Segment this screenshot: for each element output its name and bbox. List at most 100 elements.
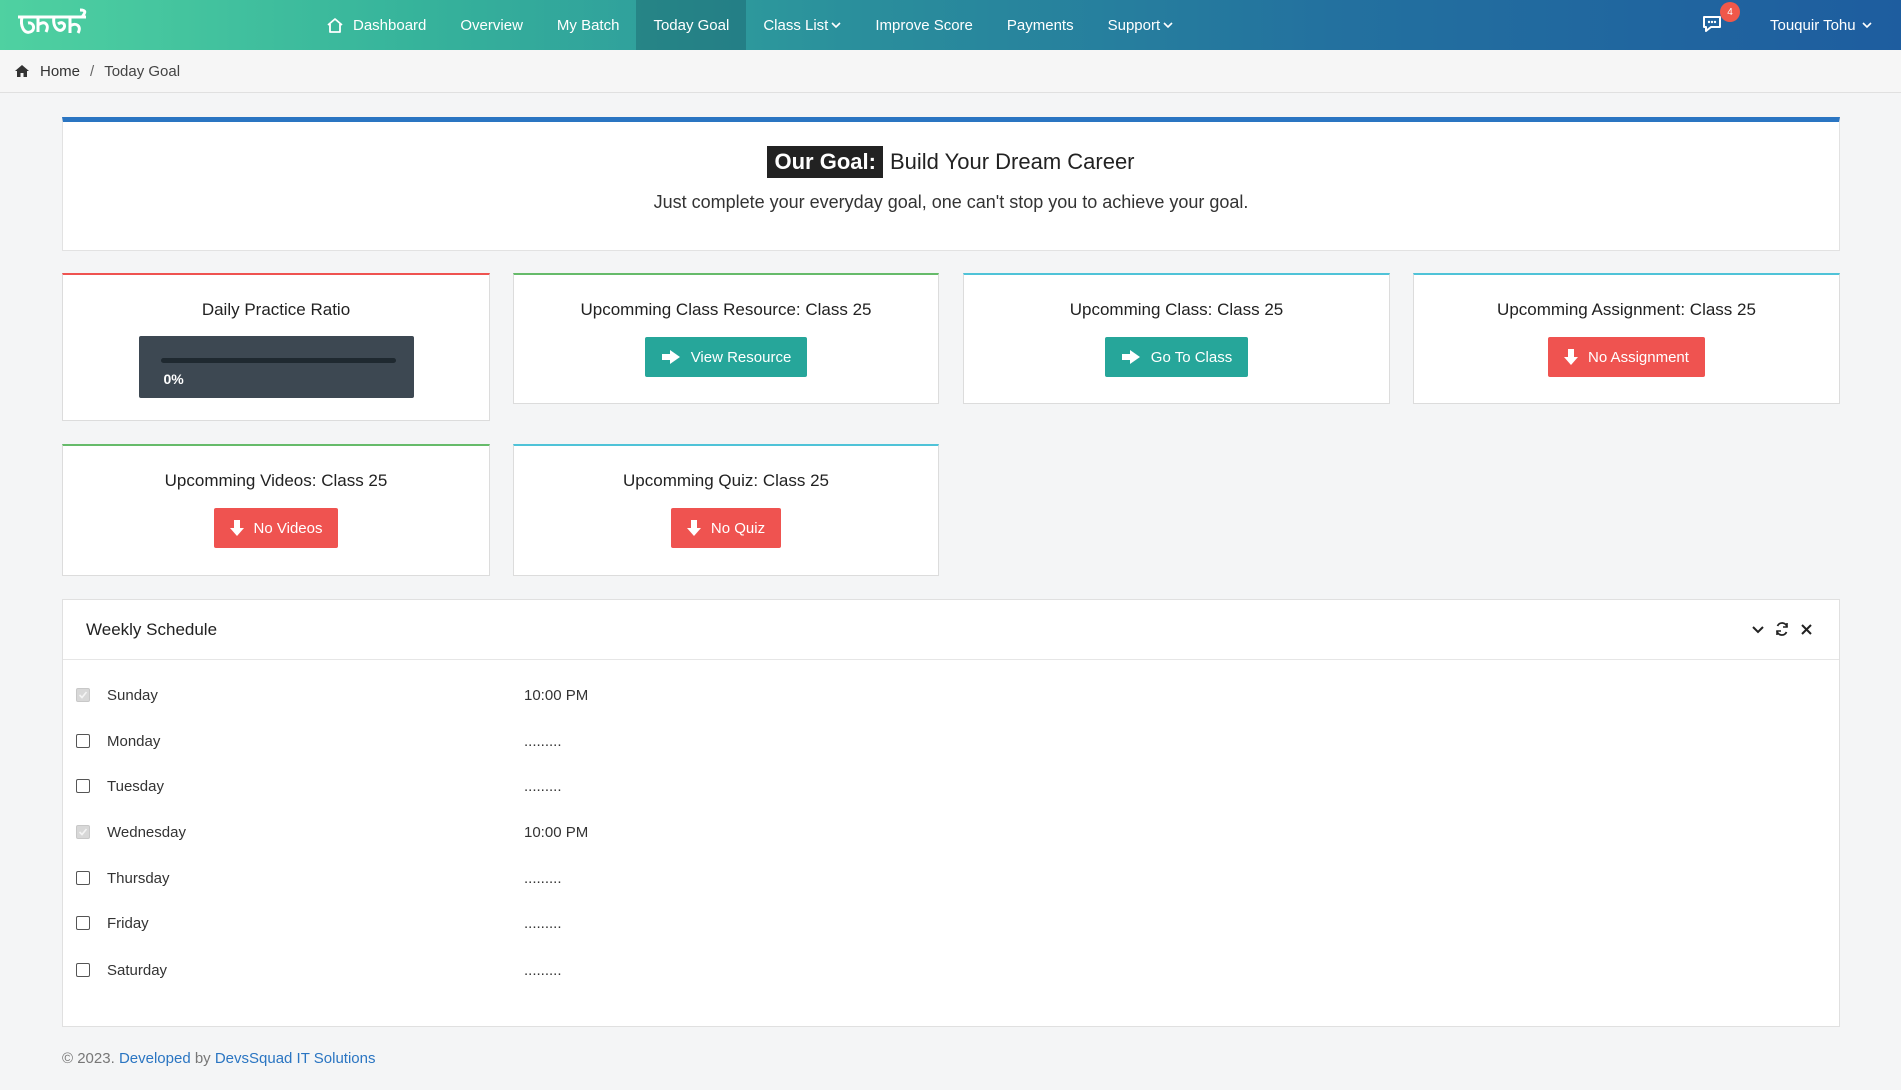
panel-tools: [1749, 620, 1815, 638]
day-name: Saturday: [107, 961, 168, 979]
user-name: Touquir Tohu: [1770, 16, 1856, 34]
nav-improve-score-label: Improve Score: [875, 16, 973, 34]
nav-overview-label: Overview: [460, 16, 523, 34]
day-time: .........: [524, 777, 562, 795]
goal-heading: Our Goal: Build Your Dream Career: [63, 146, 1839, 178]
class-resource-card: Upcomming Class Resource: Class 25 View …: [513, 273, 939, 404]
progress-track: [160, 358, 396, 363]
nav-dashboard[interactable]: Dashboard: [309, 0, 443, 50]
view-resource-button[interactable]: View Resource: [644, 337, 808, 377]
no-quiz-button[interactable]: No Quiz: [670, 508, 782, 548]
no-videos-label: No Videos: [253, 519, 323, 537]
practice-progress: 0%: [138, 336, 414, 398]
progress-percent: 0%: [163, 371, 184, 387]
nav-today-goal[interactable]: Today Goal: [636, 0, 747, 50]
weekly-schedule-header: Weekly Schedule: [63, 600, 1839, 660]
upcoming-quiz-card: Upcomming Quiz: Class 25 No Quiz: [513, 444, 939, 576]
footer-company-link[interactable]: DevsSquad IT Solutions: [215, 1050, 376, 1067]
arrow-right-icon: [661, 350, 681, 364]
breadcrumb-separator: /: [90, 62, 95, 80]
brand-logo[interactable]: [16, 8, 88, 42]
class-resource-title: Upcomming Class Resource: Class 25: [580, 300, 872, 319]
close-icon[interactable]: [1797, 620, 1815, 638]
chevron-down-icon: [1163, 21, 1173, 29]
go-to-class-button[interactable]: Go To Class: [1104, 337, 1249, 377]
nav-dashboard-label: Dashboard: [353, 16, 427, 34]
chevron-down-icon: [831, 21, 841, 29]
upcoming-class-title: Upcomming Class: Class 25: [1069, 300, 1284, 319]
day-checkbox[interactable]: [76, 963, 90, 977]
no-quiz-label: No Quiz: [710, 519, 766, 537]
arrow-down-icon: [1564, 348, 1579, 366]
goal-title: Build Your Dream Career: [889, 149, 1135, 174]
day-checkbox[interactable]: [76, 734, 90, 748]
goal-tag: Our Goal:: [767, 146, 883, 178]
schedule-row: Wednesday 10:00 PM: [63, 817, 1839, 847]
day-name: Monday: [107, 732, 161, 750]
main-menu: Dashboard Overview My Batch Today Goal C…: [309, 0, 1190, 50]
nav-class-list[interactable]: Class List: [746, 0, 858, 50]
nav-payments-label: Payments: [1006, 16, 1074, 34]
day-name: Thursday: [107, 869, 170, 887]
nav-my-batch-label: My Batch: [556, 16, 620, 34]
footer: © 2023. Developed by DevsSquad IT Soluti…: [62, 1050, 376, 1067]
refresh-icon[interactable]: [1773, 620, 1791, 638]
day-name: Wednesday: [107, 823, 186, 841]
day-time: 10:00 PM: [524, 823, 589, 841]
nav-class-list-label: Class List: [763, 16, 829, 34]
nav-overview[interactable]: Overview: [443, 0, 540, 50]
home-icon: [14, 64, 30, 78]
top-navbar: Dashboard Overview My Batch Today Goal C…: [0, 0, 1901, 50]
breadcrumb: Home / Today Goal: [0, 50, 1901, 93]
nav-today-goal-label: Today Goal: [653, 16, 730, 34]
day-time: 10:00 PM: [524, 686, 589, 704]
footer-copyright: © 2023.: [62, 1050, 115, 1067]
home-icon: [326, 17, 344, 34]
no-videos-button[interactable]: No Videos: [213, 508, 339, 548]
day-time: .........: [524, 961, 562, 979]
nav-my-batch[interactable]: My Batch: [540, 0, 637, 50]
day-checkbox[interactable]: [76, 916, 90, 930]
view-resource-label: View Resource: [690, 348, 792, 366]
nav-support[interactable]: Support: [1091, 0, 1191, 50]
day-checkbox[interactable]: [76, 825, 90, 839]
day-time: .........: [524, 869, 562, 887]
day-checkbox[interactable]: [76, 688, 90, 702]
notification-badge: 4: [1720, 2, 1740, 22]
schedule-row: Saturday .........: [63, 955, 1839, 985]
upcoming-videos-title: Upcomming Videos: Class 25: [164, 471, 388, 490]
messages-button[interactable]: 4: [1700, 2, 1740, 38]
footer-developed-link[interactable]: Developed: [119, 1050, 191, 1067]
daily-practice-title: Daily Practice Ratio: [201, 300, 351, 319]
breadcrumb-current: Today Goal: [104, 62, 181, 80]
nav-improve-score[interactable]: Improve Score: [858, 0, 990, 50]
schedule-row: Thursday .........: [63, 863, 1839, 893]
chevron-down-icon: [1862, 21, 1872, 29]
arrow-right-icon: [1121, 350, 1141, 364]
user-menu[interactable]: Touquir Tohu: [1770, 0, 1872, 50]
schedule-row: Sunday 10:00 PM: [63, 680, 1839, 710]
upcoming-class-card: Upcomming Class: Class 25 Go To Class: [963, 273, 1390, 404]
day-name: Tuesday: [107, 777, 164, 795]
day-time: .........: [524, 914, 562, 932]
upcoming-quiz-title: Upcomming Quiz: Class 25: [623, 471, 829, 490]
weekly-schedule-panel: Weekly Schedule Sunday 10:00 PM Monday .…: [62, 599, 1840, 1027]
nav-payments[interactable]: Payments: [990, 0, 1091, 50]
day-name: Friday: [107, 914, 149, 932]
schedule-row: Monday .........: [63, 726, 1839, 756]
day-checkbox[interactable]: [76, 871, 90, 885]
schedule-row: Friday .........: [63, 908, 1839, 938]
no-assignment-button[interactable]: No Assignment: [1548, 337, 1705, 377]
footer-by: by: [194, 1050, 211, 1067]
day-checkbox[interactable]: [76, 779, 90, 793]
no-assignment-label: No Assignment: [1588, 348, 1689, 366]
goal-subtitle: Just complete your everyday goal, one ca…: [653, 192, 1249, 212]
collapse-chevron-icon[interactable]: [1749, 620, 1767, 638]
day-name: Sunday: [107, 686, 158, 704]
nav-support-label: Support: [1107, 16, 1161, 34]
breadcrumb-home-link[interactable]: Home: [40, 63, 80, 80]
logo-mark-icon: [18, 8, 87, 34]
daily-practice-card: Daily Practice Ratio 0%: [62, 273, 490, 421]
upcoming-assignment-title: Upcomming Assignment: Class 25: [1497, 300, 1756, 319]
arrow-down-icon: [229, 519, 244, 537]
